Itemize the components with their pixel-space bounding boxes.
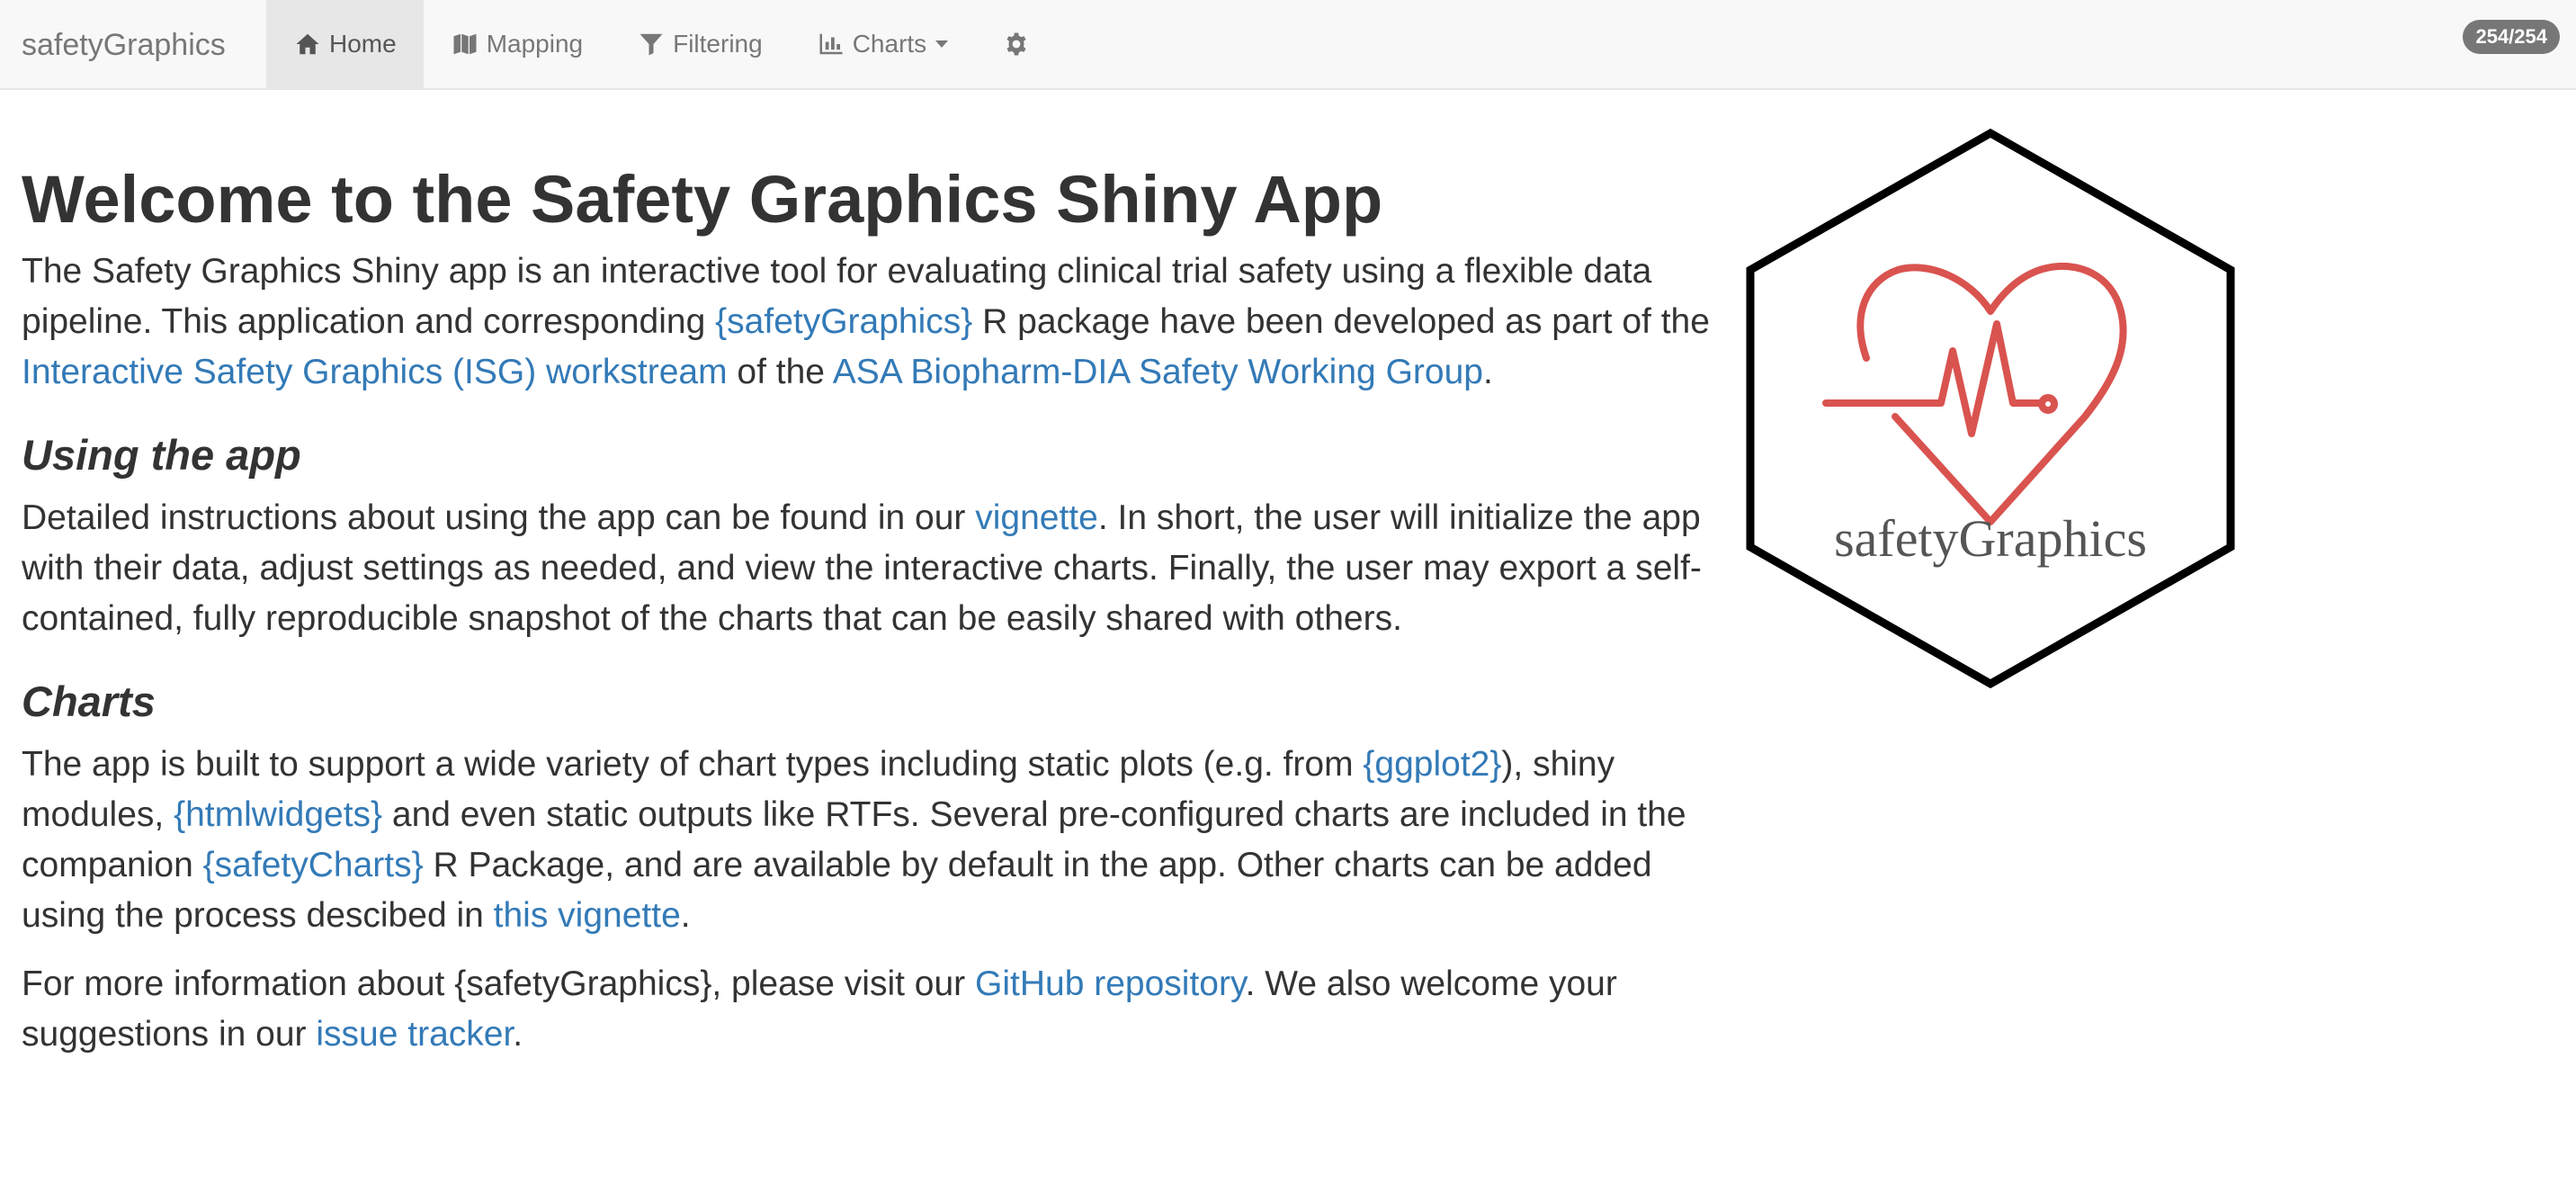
intro-text-4: . <box>1482 353 1493 391</box>
filter-icon <box>637 30 666 58</box>
safetygraphics-link[interactable]: {safetyGraphics} <box>715 302 972 341</box>
more-text-3: . <box>513 1015 523 1054</box>
tab-home[interactable]: Home <box>266 0 424 88</box>
logo-text: safetyGraphics <box>1834 509 2147 568</box>
chevron-down-icon <box>935 40 949 48</box>
charts-text-1: The app is built to support a wide varie… <box>22 745 1364 784</box>
github-repository-link[interactable]: GitHub repository <box>975 964 1246 1003</box>
issue-tracker-link[interactable]: issue tracker <box>316 1015 513 1054</box>
more-info-paragraph: For more information about {safetyGraphi… <box>22 959 1713 1060</box>
safetycharts-link[interactable]: {safetyCharts} <box>203 846 424 884</box>
tab-filtering[interactable]: Filtering <box>610 0 790 88</box>
intro-text-3: of the <box>727 353 833 391</box>
vignette-link[interactable]: vignette <box>975 498 1098 537</box>
using-text-1: Detailed instructions about using the ap… <box>22 498 976 537</box>
tab-settings[interactable] <box>975 0 1065 88</box>
bar-chart-icon <box>817 30 845 58</box>
isg-workstream-link[interactable]: Interactive Safety Graphics (ISG) workst… <box>22 353 728 391</box>
tab-mapping[interactable]: Mapping <box>424 0 610 88</box>
tab-home-label: Home <box>329 30 397 58</box>
main-content: Welcome to the Safety Graphics Shiny App… <box>22 90 1713 1078</box>
tab-filtering-label: Filtering <box>673 30 763 58</box>
asa-working-group-link[interactable]: ASA Biopharm-DIA Safety Working Group <box>833 353 1483 391</box>
safetygraphics-logo: safetyGraphics <box>1745 126 2240 693</box>
map-icon <box>451 30 479 58</box>
this-vignette-link[interactable]: this vignette <box>494 896 681 935</box>
navbar: safetyGraphics Home Mapping Filtering Ch… <box>0 0 2576 90</box>
tab-charts-label: Charts <box>852 30 927 58</box>
intro-paragraph: The Safety Graphics Shiny app is an inte… <box>22 247 1713 398</box>
navbar-brand[interactable]: safetyGraphics <box>22 0 226 90</box>
charts-heading: Charts <box>22 677 156 725</box>
status-badge: 254/254 <box>2463 20 2560 54</box>
tab-mapping-label: Mapping <box>486 30 584 58</box>
tab-charts[interactable]: Charts <box>790 0 975 88</box>
intro-text-2: R package have been developed as part of… <box>972 302 1710 341</box>
using-the-app-heading: Using the app <box>22 431 301 479</box>
page-title: Welcome to the Safety Graphics Shiny App <box>22 162 1383 237</box>
more-text-1: For more information about {safetyGraphi… <box>22 964 976 1003</box>
htmlwidgets-link[interactable]: {htmlwidgets} <box>174 795 382 834</box>
charts-paragraph: The app is built to support a wide varie… <box>22 740 1713 941</box>
charts-text-5: . <box>680 896 691 935</box>
ggplot2-link[interactable]: {ggplot2} <box>1363 745 1501 784</box>
using-paragraph: Detailed instructions about using the ap… <box>22 493 1713 644</box>
gear-icon <box>1002 30 1031 58</box>
home-icon <box>293 30 322 58</box>
nav-tabs: Home Mapping Filtering Charts <box>266 0 1065 88</box>
